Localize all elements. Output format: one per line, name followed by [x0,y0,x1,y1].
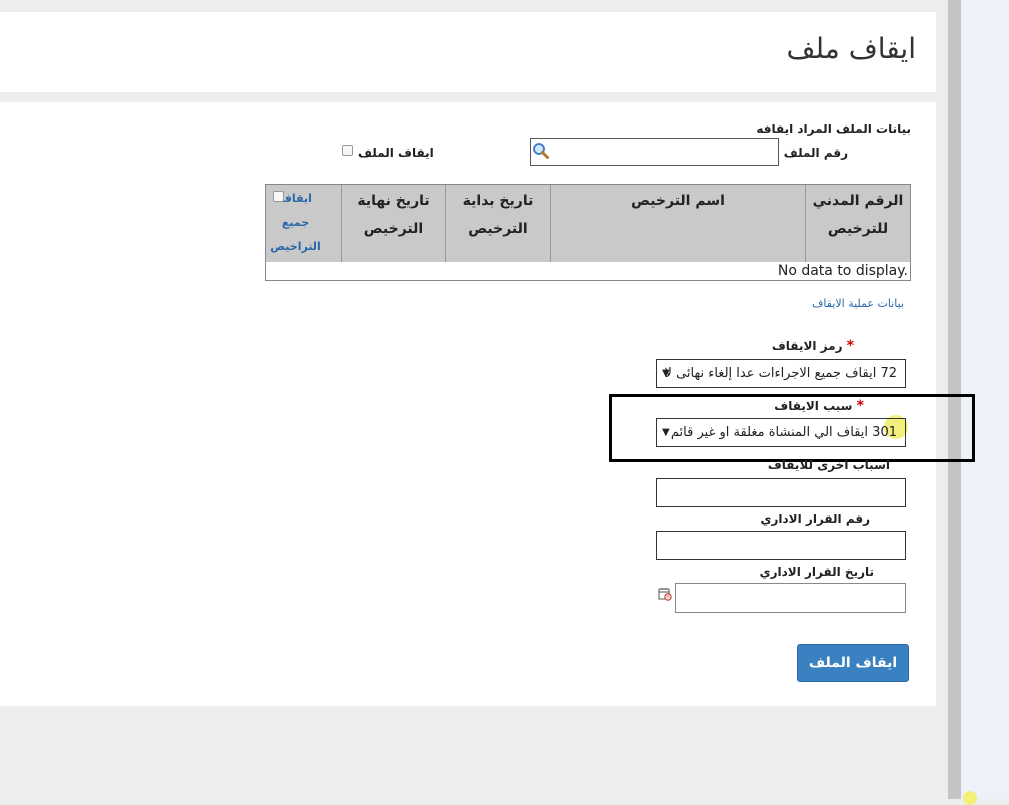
grid-empty-text: No data to display. [777,263,908,279]
cursor-highlight [963,791,977,805]
operation-section-link[interactable]: بيانات عملية الايقاف [812,297,904,310]
file-search-button[interactable] [530,138,552,166]
title-panel: ايقاف ملف [0,12,936,92]
grid-header-start-date-label: تاريخ بداية الترخيص [462,193,534,237]
page-title: ايقاف ملف [786,32,916,65]
grid-header-start-date[interactable]: تاريخ بداية الترخيص [445,185,550,262]
decision-date-input[interactable] [675,583,906,613]
grid-header-license-name-label: اسم الترخيص [631,193,725,209]
decision-date-label: تاريخ القرار الاداري [759,565,874,579]
suspend-file-label: ايقاف الملف [358,146,434,160]
magnifier-icon [533,143,549,159]
required-asterisk: * [846,338,854,354]
file-number-label: رقم الملف [783,146,848,160]
suspend-file-button[interactable]: ايقاف الملف [797,644,909,682]
file-number-input[interactable] [551,138,779,166]
grid-header-civil-number[interactable]: الرقم المدني للترخيص [805,185,910,262]
suspension-code-value: 72 ايقاف جميع الاجراءات عدا إلغاء نهائى … [664,366,897,381]
licenses-grid: الرقم المدني للترخيص اسم الترخيص تاريخ ب… [265,184,911,281]
suspend-file-checkbox[interactable] [342,145,353,156]
grid-header-end-date-label: تاريخ نهاية الترخيص [357,193,430,237]
calendar-icon[interactable] [658,587,672,601]
suspend-all-licenses-checkbox[interactable] [273,191,284,202]
grid-header-license-name[interactable]: اسم الترخيص [550,185,805,262]
decision-number-label: رقم القرار الاداري [760,512,871,526]
suspension-code-label: * رمز الايقاف [772,338,856,354]
grid-header-end-date[interactable]: تاريخ نهاية الترخيص [341,185,445,262]
other-reasons-label: اسباب اخرى للايقاف [767,458,890,472]
suspension-code-label-text: رمز الايقاف [771,339,843,353]
annotation-box [609,394,975,462]
other-reasons-input[interactable] [656,478,906,507]
file-section-title: بيانات الملف المراد ايقافه [756,122,911,136]
chevron-down-icon: ▼ [662,368,670,379]
decision-number-input[interactable] [656,531,906,560]
suspension-code-select[interactable]: 72 ايقاف جميع الاجراءات عدا إلغاء نهائى … [656,359,906,388]
grid-header-civil-number-label: الرقم المدني للترخيص [812,193,904,237]
form-panel: بيانات الملف المراد ايقافه رقم الملف ايق… [0,102,975,706]
grid-header-suspend-all: ايقاف جميع التراخيص [266,185,341,262]
